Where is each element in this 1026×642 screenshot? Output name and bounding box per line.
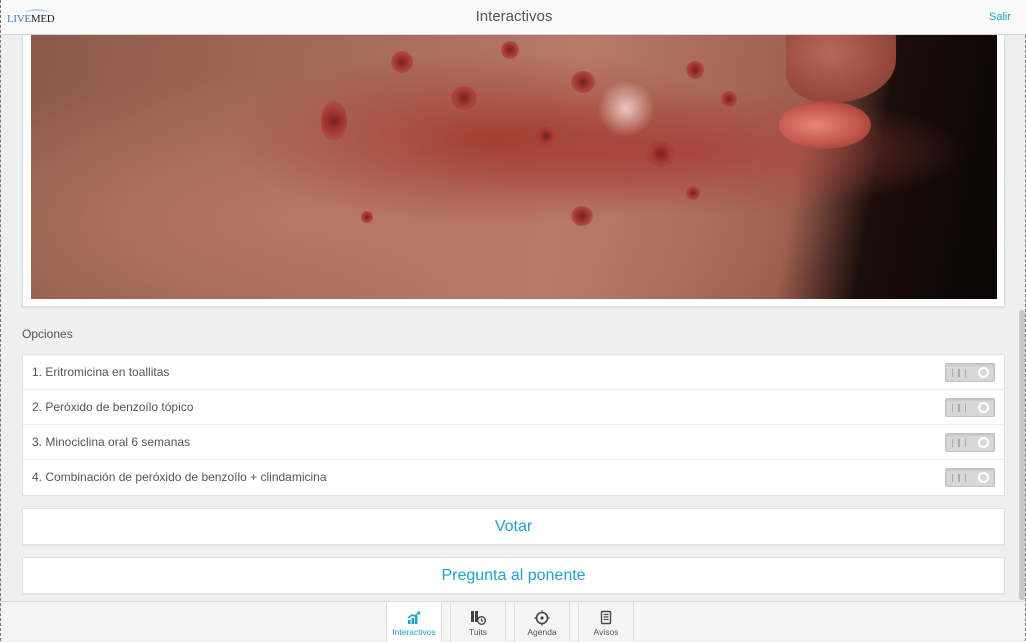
photo-lesion xyxy=(321,101,347,141)
photo-lesion xyxy=(686,186,700,200)
tab-label: Agenda xyxy=(527,627,557,637)
option-label: 4. Combinación de peróxido de benzoílo +… xyxy=(32,470,327,484)
case-image-card xyxy=(22,30,1005,307)
photo-lesion xyxy=(571,71,595,93)
option-row-2: 2. Peróxido de benzoílo tópico xyxy=(23,390,1004,425)
photo-lesion xyxy=(361,211,373,223)
option-toggle-2[interactable] xyxy=(945,398,995,417)
clinical-photo xyxy=(31,31,997,299)
option-toggle-1[interactable] xyxy=(945,363,995,382)
tab-tuits[interactable]: Tuits xyxy=(450,602,506,642)
vote-button[interactable]: Votar xyxy=(22,508,1005,545)
option-label: 1. Eritromicina en toallitas xyxy=(32,365,170,379)
toggle-off-icon xyxy=(978,472,989,483)
photo-lesion xyxy=(721,91,737,107)
photo-lesion xyxy=(501,41,519,59)
options-section-label: Opciones xyxy=(22,327,73,341)
toggle-grip-icon xyxy=(952,369,966,377)
photo-lesion xyxy=(571,206,593,226)
option-row-3: 3. Minociclina oral 6 semanas xyxy=(23,425,1004,460)
photo-lesion xyxy=(646,141,676,167)
option-label: 3. Minociclina oral 6 semanas xyxy=(32,435,191,449)
bottom-tab-bar: Interactivos Tuits Agenda Avisos xyxy=(1,601,1025,642)
photo-lesion xyxy=(451,86,477,110)
tab-avisos[interactable]: Avisos xyxy=(578,602,634,642)
tab-label: Tuits xyxy=(468,627,488,637)
toggle-off-icon xyxy=(978,402,989,413)
toggle-grip-icon xyxy=(952,474,966,482)
toggle-grip-icon xyxy=(952,439,966,447)
agenda-icon xyxy=(534,610,550,626)
toggle-grip-icon xyxy=(952,404,966,412)
photo-lesion xyxy=(536,126,556,146)
ask-speaker-button[interactable]: Pregunta al ponente xyxy=(22,557,1005,594)
tab-interactivos[interactable]: Interactivos xyxy=(386,602,442,642)
option-row-1: 1. Eritromicina en toallitas xyxy=(23,355,1004,390)
option-toggle-4[interactable] xyxy=(945,468,995,487)
photo-upper-lip xyxy=(786,31,896,103)
photo-lower-lip xyxy=(779,101,871,149)
logout-link[interactable]: Salir xyxy=(989,11,1011,23)
tab-label: Avisos xyxy=(593,627,619,637)
toggle-off-icon xyxy=(978,437,989,448)
option-label: 2. Peróxido de benzoílo tópico xyxy=(32,400,194,414)
chart-icon xyxy=(406,610,422,626)
notices-icon xyxy=(598,610,614,626)
tab-agenda[interactable]: Agenda xyxy=(514,602,570,642)
option-row-4: 4. Combinación de peróxido de benzoílo +… xyxy=(23,460,1004,495)
photo-lesion xyxy=(391,51,413,73)
top-header: LIVEMED Interactivos Salir xyxy=(1,0,1026,35)
toggle-off-icon xyxy=(978,367,989,378)
tweets-icon xyxy=(470,610,486,626)
vertical-scrollbar[interactable] xyxy=(1019,310,1025,600)
option-toggle-3[interactable] xyxy=(945,433,995,452)
photo-lesion xyxy=(686,61,704,79)
photo-highlight xyxy=(596,81,656,136)
page-title: Interactivos xyxy=(475,8,553,25)
tab-label: Interactivos xyxy=(392,627,436,637)
options-list: 1. Eritromicina en toallitas 2. Peróxido… xyxy=(22,354,1005,496)
